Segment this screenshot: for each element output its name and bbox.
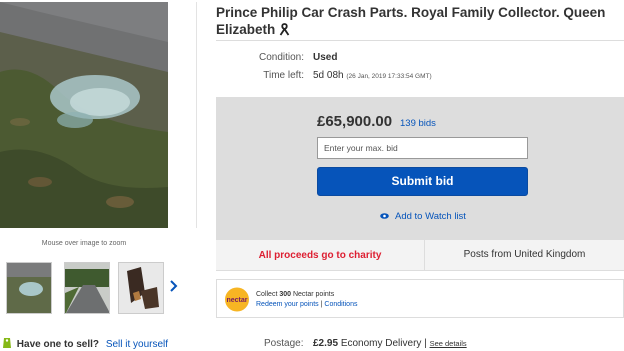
- nectar-conditions-link[interactable]: Conditions: [324, 301, 357, 308]
- condition-label: Condition:: [258, 52, 304, 63]
- nectar-collect-line: Collect 300 Nectar points: [256, 290, 357, 300]
- see-details-link[interactable]: See details: [430, 339, 467, 348]
- sell-prompt: Have one to sell? Sell it yourself: [2, 337, 168, 350]
- listing-title: Prince Philip Car Crash Parts. Royal Fam…: [216, 4, 616, 40]
- postage-label: Postage:: [264, 338, 304, 349]
- title-divider: [216, 40, 624, 41]
- nectar-collect-suffix: Nectar points: [291, 291, 335, 298]
- postage-service: Economy Delivery |: [340, 338, 427, 349]
- nectar-logo-text: nectar: [226, 297, 247, 304]
- time-left-label: Time left:: [263, 70, 304, 81]
- thumbnail-2[interactable]: [64, 262, 110, 314]
- nectar-collect-prefix: Collect: [256, 291, 280, 298]
- ribbon-icon: [279, 23, 290, 40]
- condition-value: Used: [313, 52, 337, 63]
- condition-value-text: Used: [313, 52, 338, 63]
- sell-it-yourself-link[interactable]: Sell it yourself: [106, 339, 168, 350]
- gallery-divider: [196, 2, 197, 228]
- time-left-value: 5d 08h (26 Jan, 2019 17:33:54 GMT): [313, 70, 432, 81]
- nectar-info: Collect 300 Nectar points Redeem your po…: [256, 290, 357, 310]
- nectar-separator: |: [320, 301, 323, 308]
- thumbnail-road-image: [65, 263, 109, 313]
- time-left-text: 5d 08h: [313, 70, 344, 81]
- thumbnail-glass-image: [7, 263, 51, 313]
- redeem-points-link[interactable]: Redeem your points: [256, 301, 319, 308]
- eye-icon: [380, 211, 389, 219]
- zoom-hint: Mouse over image to zoom: [41, 240, 127, 247]
- nectar-links-line: Redeem your points | Conditions: [256, 300, 357, 310]
- charity-notice: All proceeds go to charity: [216, 239, 424, 271]
- chevron-right-icon[interactable]: [170, 280, 178, 295]
- thumbnail-parts-image: [119, 263, 163, 313]
- listing-title-text: Prince Philip Car Crash Parts. Royal Fam…: [216, 5, 606, 37]
- thumbnail-3[interactable]: [118, 262, 164, 314]
- submit-bid-button[interactable]: Submit bid: [317, 167, 528, 196]
- tag-icon: [2, 337, 12, 349]
- nectar-logo: nectar: [222, 287, 252, 312]
- watch-list-label: Add to Watch list: [395, 211, 466, 222]
- add-to-watch-list-link[interactable]: Add to Watch list: [380, 211, 466, 222]
- crash-glass-photo: [0, 2, 168, 228]
- current-price: £65,900.00: [317, 113, 393, 130]
- thumbnail-1[interactable]: [6, 262, 52, 314]
- bid-count-link[interactable]: 139 bids: [400, 118, 436, 129]
- max-bid-input[interactable]: [317, 137, 528, 159]
- time-left-detail: (26 Jan, 2019 17:33:54 GMT): [346, 73, 432, 80]
- nectar-points-value: 300: [279, 291, 292, 298]
- posts-from-notice: Posts from United Kingdom: [424, 239, 624, 271]
- sell-question: Have one to sell?: [16, 339, 100, 350]
- postage-price: £2.95: [313, 338, 339, 349]
- main-item-photo[interactable]: [0, 2, 168, 228]
- postage-value: £2.95 Economy Delivery | See details: [313, 338, 467, 349]
